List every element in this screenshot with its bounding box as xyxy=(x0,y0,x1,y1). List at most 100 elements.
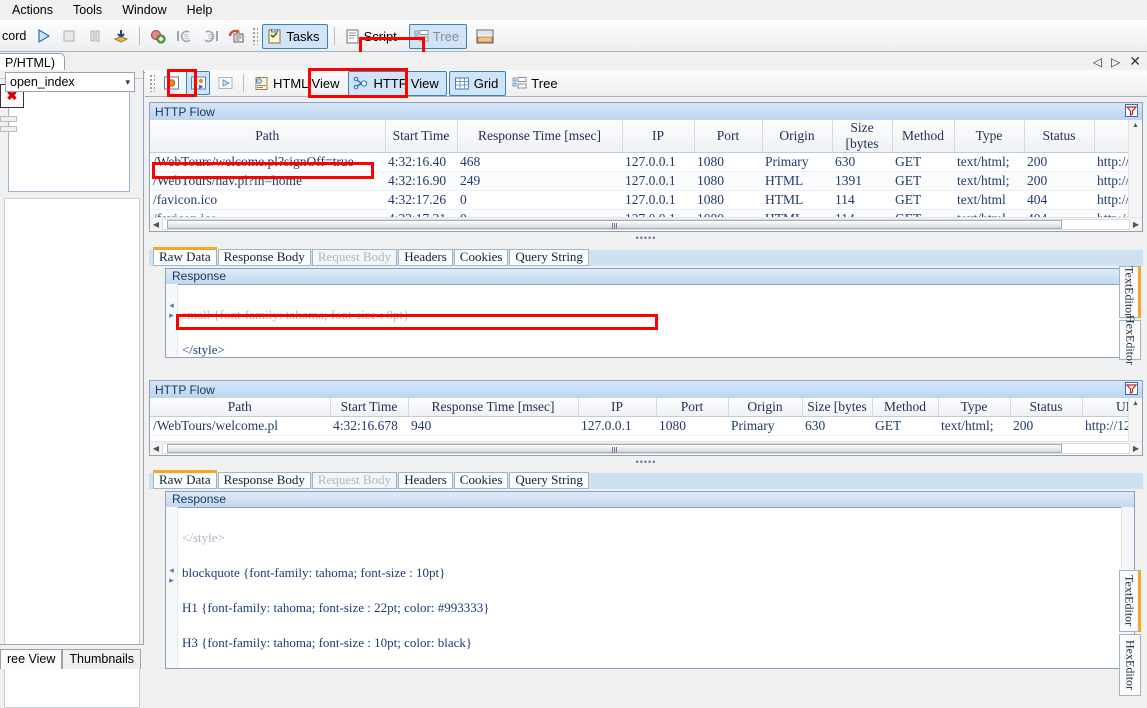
col-size[interactable]: Size [bytes xyxy=(802,398,873,417)
col-status[interactable]: Status xyxy=(1024,120,1095,153)
http-view-button[interactable]: HTTP View xyxy=(348,70,447,96)
splitter-bottom[interactable]: ••••• xyxy=(149,458,1143,467)
subtab-raw-data[interactable]: Raw Data xyxy=(153,247,217,266)
http-flow-table-bottom[interactable]: Path Start Time Response Time [msec] IP … xyxy=(150,398,1129,436)
tree-view-button[interactable]: Tree xyxy=(508,72,564,95)
run-step-icon[interactable] xyxy=(214,72,236,94)
col-origin[interactable]: Origin xyxy=(762,120,833,153)
record-label[interactable]: cord xyxy=(0,29,30,43)
menu-item-help[interactable]: Help xyxy=(177,1,223,19)
subtab-response-body[interactable]: Response Body xyxy=(217,249,311,266)
tree-button[interactable]: Tree xyxy=(408,23,468,49)
scroll-up-icon[interactable]: ▲ xyxy=(1129,120,1142,132)
col-response-time[interactable]: Response Time [msec] xyxy=(408,398,579,417)
subtab-query-string[interactable]: Query String xyxy=(509,472,589,489)
toolbar-grip[interactable] xyxy=(252,27,259,45)
add-snapshot-icon[interactable] xyxy=(147,25,169,47)
chevron-down-icon[interactable]: ▾ xyxy=(125,77,130,88)
filter-icon[interactable] xyxy=(1125,382,1139,396)
expand-icon[interactable]: ▸ xyxy=(166,575,177,585)
tab-prev-icon[interactable]: ◁ xyxy=(1093,55,1102,69)
col-url[interactable]: URL xyxy=(1082,398,1129,417)
thumbnail-image[interactable]: ✖ xyxy=(0,80,130,192)
tasks-button[interactable]: Tasks xyxy=(262,23,328,49)
scroll-right-icon[interactable]: ▶ xyxy=(1130,220,1142,229)
response-code-bottom[interactable]: </style> blockquote {font-family: tahoma… xyxy=(178,509,1121,668)
vertical-scrollbar-top-table[interactable]: ▲ xyxy=(1128,120,1142,231)
run-icon[interactable] xyxy=(32,25,54,47)
sidetab-hex-editor-top[interactable]: HexEditor xyxy=(1119,315,1141,365)
scroll-thumb[interactable] xyxy=(167,220,1062,229)
col-path[interactable]: Path xyxy=(150,398,331,417)
subtab-query-string[interactable]: Query String xyxy=(509,249,589,266)
col-status[interactable]: Status xyxy=(1010,398,1083,417)
col-start-time[interactable]: Start Time xyxy=(330,398,409,417)
subtab-raw-data[interactable]: Raw Data xyxy=(153,470,217,489)
subtab-headers[interactable]: Headers xyxy=(398,472,453,489)
sidetab-text-editor-top[interactable]: TextEditor xyxy=(1119,266,1141,318)
col-port[interactable]: Port xyxy=(694,120,763,153)
close-icon[interactable]: ✕ xyxy=(1129,53,1141,70)
subtab-cookies[interactable]: Cookies xyxy=(453,249,509,266)
tab-next-icon[interactable]: ▷ xyxy=(1111,55,1120,69)
scroll-thumb[interactable] xyxy=(167,444,1062,453)
col-size[interactable]: Size [bytes xyxy=(832,120,893,153)
pause-icon[interactable] xyxy=(84,25,106,47)
splitter-top[interactable]: ••••• xyxy=(149,234,1143,243)
sidetab-hex-editor-bottom[interactable]: HexEditor xyxy=(1119,634,1141,696)
table-row[interactable]: /WebTours/nav.pl?in=home 4:32:16.90 249 … xyxy=(150,171,1129,191)
regenerate-icon[interactable] xyxy=(225,25,247,47)
filter-icon[interactable] xyxy=(1125,104,1139,118)
tab-thumbnails[interactable]: Thumbnails xyxy=(62,649,142,669)
snapshot-step-icon[interactable] xyxy=(186,71,210,95)
subtab-cookies[interactable]: Cookies xyxy=(453,472,509,489)
horizontal-scrollbar-bottom-table[interactable]: ◀ ▶ xyxy=(150,441,1142,455)
table-row[interactable]: /favicon.ico 4:32:17.26 0 127.0.0.1 1080… xyxy=(150,190,1129,210)
menu-item-window[interactable]: Window xyxy=(112,1,176,19)
col-url[interactable] xyxy=(1094,120,1129,153)
grid-view-button[interactable]: Grid xyxy=(448,70,507,96)
subtab-response-body[interactable]: Response Body xyxy=(217,472,311,489)
col-method[interactable]: Method xyxy=(892,120,955,153)
scroll-left-icon[interactable]: ◀ xyxy=(150,444,162,453)
response-code-top[interactable]: small {font-family: tahoma; font-size : … xyxy=(178,286,1121,357)
table-row[interactable]: /WebTours/welcome.pl?signOff=true 4:32:1… xyxy=(150,152,1129,172)
sidetab-text-editor-bottom[interactable]: TextEditor xyxy=(1119,570,1141,632)
table-row[interactable]: /WebTours/welcome.pl 4:32:16.678 940 127… xyxy=(150,416,1129,436)
scroll-left-icon[interactable]: ◀ xyxy=(150,220,162,229)
html-view-button[interactable]: HTML View xyxy=(250,72,346,95)
horizontal-scrollbar-top-table[interactable]: ◀ ▶ xyxy=(150,217,1142,231)
col-ip[interactable]: IP xyxy=(622,120,695,153)
collapse-icon[interactable]: ◂ xyxy=(166,300,177,310)
scroll-track[interactable] xyxy=(162,219,1130,230)
scroll-track[interactable] xyxy=(162,443,1130,454)
col-path[interactable]: Path xyxy=(150,120,386,153)
scroll-right-icon[interactable]: ▶ xyxy=(1130,444,1142,453)
record-step-icon[interactable] xyxy=(160,72,182,94)
prev-step-icon[interactable]: S xyxy=(173,25,195,47)
subtab-headers[interactable]: Headers xyxy=(398,249,453,266)
col-response-time[interactable]: Response Time [msec] xyxy=(457,120,623,153)
viewbar-grip[interactable] xyxy=(149,74,155,92)
thumbnail-container[interactable]: ✖ welcome.pl xyxy=(0,80,138,212)
col-type[interactable]: Type xyxy=(954,120,1025,153)
col-origin[interactable]: Origin xyxy=(728,398,803,417)
download-icon[interactable] xyxy=(110,25,132,47)
col-start-time[interactable]: Start Time xyxy=(385,120,458,153)
script-button[interactable]: Script xyxy=(341,25,404,48)
scroll-up-icon[interactable]: ▲ xyxy=(1129,398,1142,410)
menu-item-tools[interactable]: Tools xyxy=(63,1,112,19)
col-type[interactable]: Type xyxy=(938,398,1011,417)
split-view-icon[interactable] xyxy=(474,25,496,47)
step-selector[interactable]: open_index ▾ xyxy=(5,72,135,92)
next-step-icon[interactable]: S xyxy=(199,25,221,47)
col-method[interactable]: Method xyxy=(872,398,939,417)
col-port[interactable]: Port xyxy=(656,398,729,417)
tab-tree-view[interactable]: ree View xyxy=(0,649,63,669)
menu-item-actions[interactable]: Actions xyxy=(2,1,63,19)
collapse-icon[interactable]: ◂ xyxy=(166,565,177,575)
stop-icon[interactable] xyxy=(58,25,80,47)
expand-icon[interactable]: ▸ xyxy=(166,310,177,320)
col-ip[interactable]: IP xyxy=(578,398,657,417)
http-flow-table-top[interactable]: Path Start Time Response Time [msec] IP … xyxy=(150,120,1129,218)
